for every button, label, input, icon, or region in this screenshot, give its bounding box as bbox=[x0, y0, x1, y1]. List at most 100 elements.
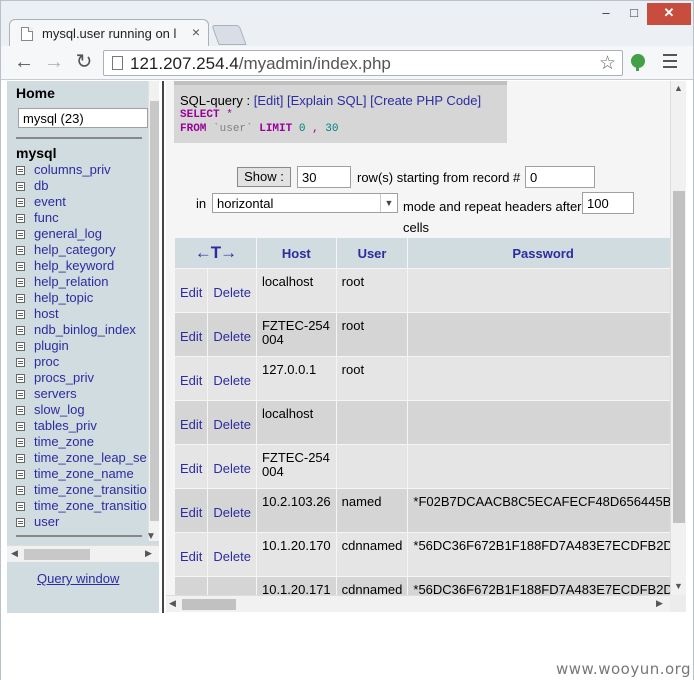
table-list-item[interactable]: plugin bbox=[16, 338, 147, 354]
delete-link[interactable]: Delete bbox=[208, 577, 256, 595]
display-mode-select[interactable]: horizontal ▼ bbox=[212, 193, 398, 213]
edit-link[interactable]: Edit bbox=[175, 533, 208, 576]
close-window-button[interactable]: ✕ bbox=[647, 3, 691, 25]
table-browse-icon[interactable] bbox=[16, 374, 25, 383]
maximize-button[interactable]: □ bbox=[625, 3, 643, 25]
delete-link[interactable]: Delete bbox=[208, 533, 256, 576]
table-list-item[interactable]: db bbox=[16, 178, 147, 194]
table-link[interactable]: servers bbox=[34, 386, 77, 401]
table-browse-icon[interactable] bbox=[16, 422, 25, 431]
column-header-password[interactable]: Password bbox=[408, 238, 670, 268]
table-list-item[interactable]: time_zone bbox=[16, 434, 147, 450]
delete-link[interactable]: Delete bbox=[208, 269, 256, 312]
table-browse-icon[interactable] bbox=[16, 326, 25, 335]
table-browse-icon[interactable] bbox=[16, 214, 25, 223]
browser-tab[interactable]: mysql.user running on l × bbox=[9, 19, 209, 47]
table-link[interactable]: event bbox=[34, 194, 66, 209]
column-header-host[interactable]: Host bbox=[256, 238, 336, 268]
table-list-item[interactable]: event bbox=[16, 194, 147, 210]
table-browse-icon[interactable] bbox=[16, 230, 25, 239]
edit-link[interactable]: Edit bbox=[175, 269, 208, 312]
new-tab-button[interactable] bbox=[211, 25, 247, 45]
table-browse-icon[interactable] bbox=[16, 166, 25, 175]
table-link[interactable]: general_log bbox=[34, 226, 102, 241]
table-link[interactable]: host bbox=[34, 306, 59, 321]
table-browse-icon[interactable] bbox=[16, 294, 25, 303]
frame-divider[interactable] bbox=[160, 81, 164, 613]
edit-link[interactable]: Edit bbox=[175, 357, 208, 400]
table-browse-icon[interactable] bbox=[16, 198, 25, 207]
table-list-item[interactable]: time_zone_leap_second bbox=[16, 450, 147, 466]
table-link[interactable]: help_relation bbox=[34, 274, 108, 289]
arrows-icon[interactable]: ←T→ bbox=[195, 243, 237, 262]
table-browse-icon[interactable] bbox=[16, 502, 25, 511]
sql-edit-link[interactable]: [Edit] bbox=[254, 93, 284, 108]
table-link[interactable]: db bbox=[34, 178, 48, 193]
table-list-item[interactable]: help_relation bbox=[16, 274, 147, 290]
forward-arrow-icon[interactable]: → bbox=[43, 51, 65, 73]
table-link[interactable]: ndb_binlog_index bbox=[34, 322, 136, 337]
address-bar[interactable]: 121.207.254.4/myadmin/index.php ☆ bbox=[103, 50, 623, 76]
table-link[interactable]: procs_priv bbox=[34, 370, 94, 385]
table-browse-icon[interactable] bbox=[16, 470, 25, 479]
main-horizontal-scrollbar[interactable]: ◀ ▶ bbox=[166, 595, 670, 612]
scroll-left-arrow-icon[interactable]: ◀ bbox=[169, 598, 176, 609]
table-browse-icon[interactable] bbox=[16, 246, 25, 255]
table-link[interactable]: time_zone_transition_type bbox=[34, 498, 147, 513]
edit-link[interactable]: Edit bbox=[175, 445, 208, 488]
table-list-item[interactable]: func bbox=[16, 210, 147, 226]
table-browse-icon[interactable] bbox=[16, 486, 25, 495]
table-list-item[interactable]: help_topic bbox=[16, 290, 147, 306]
edit-link[interactable]: Edit bbox=[175, 489, 208, 532]
table-list-item[interactable]: user bbox=[16, 514, 147, 530]
chevron-down-icon[interactable]: ▼ bbox=[380, 194, 397, 212]
edit-link[interactable]: Edit bbox=[175, 401, 208, 444]
home-link[interactable]: Home bbox=[16, 85, 55, 101]
create-php-code-link[interactable]: [Create PHP Code] bbox=[370, 93, 481, 108]
table-link[interactable]: func bbox=[34, 210, 59, 225]
scroll-right-arrow-icon[interactable]: ▶ bbox=[656, 598, 663, 609]
tab-close-icon[interactable]: × bbox=[192, 24, 200, 40]
scroll-down-arrow-icon[interactable]: ▼ bbox=[146, 531, 156, 542]
table-list-item[interactable]: general_log bbox=[16, 226, 147, 242]
scroll-right-arrow-icon[interactable]: ▶ bbox=[145, 548, 152, 559]
table-browse-icon[interactable] bbox=[16, 278, 25, 287]
table-link[interactable]: slow_log bbox=[34, 402, 85, 417]
sidebar-horizontal-scrollbar[interactable]: ◀ ▶ bbox=[7, 545, 159, 562]
table-list-item[interactable]: slow_log bbox=[16, 402, 147, 418]
delete-link[interactable]: Delete bbox=[208, 313, 256, 356]
table-link[interactable]: proc bbox=[34, 354, 59, 369]
main-vertical-scrollbar[interactable]: ▲ ▼ bbox=[670, 81, 686, 595]
table-list-item[interactable]: tables_priv bbox=[16, 418, 147, 434]
table-link[interactable]: help_category bbox=[34, 242, 116, 257]
delete-link[interactable]: Delete bbox=[208, 445, 256, 488]
table-list-item[interactable]: procs_priv bbox=[16, 370, 147, 386]
table-list-item[interactable]: ndb_binlog_index bbox=[16, 322, 147, 338]
column-arrows-header[interactable]: ←T→ bbox=[175, 238, 256, 268]
table-browse-icon[interactable] bbox=[16, 358, 25, 367]
start-record-input[interactable]: 0 bbox=[525, 166, 595, 188]
table-browse-icon[interactable] bbox=[16, 518, 25, 527]
table-list-item[interactable]: time_zone_transition bbox=[16, 482, 147, 498]
menu-icon[interactable] bbox=[663, 54, 677, 72]
table-list-item[interactable]: help_keyword bbox=[16, 258, 147, 274]
table-link[interactable]: user bbox=[34, 514, 59, 529]
table-link[interactable]: columns_priv bbox=[34, 162, 111, 177]
table-browse-icon[interactable] bbox=[16, 454, 25, 463]
bookmark-star-icon[interactable]: ☆ bbox=[599, 52, 616, 75]
table-list-item[interactable]: columns_priv bbox=[16, 162, 147, 178]
database-title[interactable]: mysql bbox=[16, 145, 56, 161]
edit-link[interactable]: Edit bbox=[175, 577, 208, 595]
rows-count-input[interactable]: 30 bbox=[297, 166, 351, 188]
sidebar-scroll-thumb[interactable] bbox=[150, 101, 159, 521]
table-list-item[interactable]: host bbox=[16, 306, 147, 322]
extension-icon[interactable] bbox=[631, 54, 645, 71]
minimize-button[interactable]: ‒ bbox=[597, 3, 615, 25]
edit-link[interactable]: Edit bbox=[175, 313, 208, 356]
main-hscroll-thumb[interactable] bbox=[182, 599, 236, 610]
table-link[interactable]: tables_priv bbox=[34, 418, 97, 433]
table-link[interactable]: help_keyword bbox=[34, 258, 114, 273]
table-browse-icon[interactable] bbox=[16, 406, 25, 415]
table-list-item[interactable]: help_category bbox=[16, 242, 147, 258]
table-link[interactable]: time_zone bbox=[34, 434, 94, 449]
